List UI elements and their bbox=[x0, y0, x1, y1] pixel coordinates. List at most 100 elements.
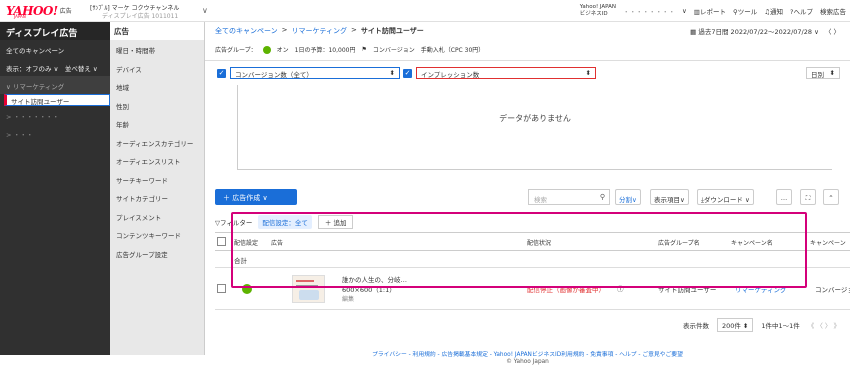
tools-link[interactable]: ⚲ツール bbox=[733, 6, 757, 16]
sidebar-title: ディスプレイ広告 bbox=[0, 22, 110, 40]
menu-item-audience-category[interactable]: オーディエンスカテゴリー bbox=[110, 133, 204, 152]
main-content: 全てのキャンペーン > リマーケティング > サイト訪問ユーザー ▦ 過去7日間… bbox=[205, 22, 850, 365]
report-label: レポート bbox=[699, 8, 726, 16]
sidebar-item-campaign-3[interactable]: > ・・・ bbox=[0, 124, 110, 142]
breadcrumb-campaign[interactable]: リマーケティング bbox=[292, 26, 347, 36]
metric1-checkbox[interactable]: ✓ bbox=[217, 68, 226, 78]
search-ads-link[interactable]: 検索広告 bbox=[820, 6, 846, 16]
th-status[interactable]: 配信状況 bbox=[527, 238, 551, 247]
help-label: ヘルプ bbox=[793, 8, 814, 16]
user-info[interactable]: Yahoo! JAPAN ビジネスID bbox=[580, 4, 616, 18]
download-button[interactable]: ⤓ダウンロード ∨ bbox=[697, 189, 754, 205]
info-icon[interactable]: ⓘ bbox=[617, 283, 624, 293]
select-all-checkbox[interactable] bbox=[217, 237, 226, 246]
total-label: 合計 bbox=[234, 257, 247, 265]
menu-item-search-keyword[interactable]: サーチキーワード bbox=[110, 170, 204, 189]
create-ad-button[interactable]: ＋ 広告作成 ∨ bbox=[215, 189, 297, 205]
account-sub: ディスプレイ広告 1011011 bbox=[102, 13, 179, 20]
th-campaign[interactable]: キャンペーン名 bbox=[731, 238, 773, 247]
menu-item-region[interactable]: 地域 bbox=[110, 77, 204, 96]
no-data-message: データがありません bbox=[499, 114, 571, 123]
table-row: 誰かの人生の、分岐… 600×600（1:1） 編集 配信停止（画像が審査中） … bbox=[215, 268, 850, 310]
sidebar-item-remarketing[interactable]: ∨ リマーケティング bbox=[0, 76, 110, 94]
sidebar-item-all-campaigns[interactable]: 全てのキャンペーン bbox=[0, 40, 110, 58]
per-page-label: 表示件数 bbox=[682, 322, 709, 330]
ad-edit[interactable]: 編集 bbox=[342, 294, 354, 303]
filter-chip[interactable]: 配信設定：全て bbox=[258, 215, 312, 229]
notifications-label: 通知 bbox=[770, 8, 784, 16]
collapse-icon[interactable]: ⌃ bbox=[823, 189, 839, 205]
search-placeholder: 検索 bbox=[534, 196, 547, 204]
filter-label[interactable]: ▽フィルター bbox=[215, 217, 252, 227]
top-right-nav: Yahoo! JAPAN ビジネスID ・・・・・・・・ ∨ ▥レポート ⚲ツー… bbox=[580, 0, 846, 22]
delivery-toggle-icon[interactable] bbox=[242, 284, 252, 294]
yahoo-logo-sub: JAPAN bbox=[14, 14, 26, 19]
menu-item-schedule[interactable]: 曜日・時間帯 bbox=[110, 40, 204, 59]
next-icon[interactable]: 〉 bbox=[834, 28, 841, 36]
metric1-select[interactable]: コンバージョン数（全て） ⬍ bbox=[230, 67, 400, 79]
top-bar: YAHOO! JAPAN 広告 [ｻﾝﾌﾟﾙ] マーケ コクウチャンネル ディス… bbox=[0, 0, 850, 22]
metric1-label: コンバージョン数（全て） bbox=[235, 71, 313, 79]
more-button[interactable]: … bbox=[776, 189, 792, 205]
menu-item-placement[interactable]: プレイスメント bbox=[110, 207, 204, 226]
menu-item-site-category[interactable]: サイトカテゴリー bbox=[110, 188, 204, 207]
adgroup-conversion: コンバージョン bbox=[372, 47, 415, 54]
ad-size: 600×600（1:1） bbox=[342, 286, 396, 294]
metric1-group: ✓ コンバージョン数（全て） ⬍ bbox=[217, 67, 400, 79]
search-icon[interactable]: ⚲ bbox=[600, 193, 605, 201]
breadcrumb: 全てのキャンペーン > リマーケティング > サイト訪問ユーザー bbox=[215, 26, 424, 36]
adgroup-info-label: 広告グループ： bbox=[215, 47, 257, 54]
menu-item-adgroup-settings[interactable]: 広告グループ設定 bbox=[110, 244, 204, 263]
granularity-select[interactable]: 日別 ⬍ bbox=[806, 67, 840, 79]
product-label: 広告 bbox=[59, 8, 72, 15]
sidebar-item-campaign-2[interactable]: > ・・・・・・・ bbox=[0, 106, 110, 124]
footer-links[interactable]: プライバシー - 利用規約 - 広告掲載基本規定 - Yahoo! JAPANビ… bbox=[205, 349, 850, 358]
th-adgroup[interactable]: 広告グループ名 bbox=[658, 238, 700, 247]
th-delivery[interactable]: 配信設定 bbox=[234, 238, 258, 247]
menu-item-content-keyword[interactable]: コンテンツキーワード bbox=[110, 225, 204, 244]
search-input[interactable]: 検索 ⚲ bbox=[528, 189, 610, 205]
user-masked: ・・・・・・・・ bbox=[623, 8, 676, 16]
row-campaign[interactable]: リマーケティング bbox=[735, 284, 786, 294]
metric2-select[interactable]: インプレッション数 ⬍ bbox=[416, 67, 596, 79]
menu-item-gender[interactable]: 性別 bbox=[110, 96, 204, 115]
menu-item-audience-list[interactable]: オーディエンスリスト bbox=[110, 151, 204, 170]
sidebar-filter-sort[interactable]: 表示：オフのみ ∨ 並べ替え ∨ bbox=[0, 58, 110, 76]
status-text: 配信停止（画像が審査中） bbox=[527, 286, 605, 294]
status-on-icon bbox=[262, 45, 271, 54]
notifications-link[interactable]: ♫通知 bbox=[764, 6, 783, 16]
page-nav[interactable]: 《 〈 〉 》 bbox=[808, 320, 840, 330]
th-ad[interactable]: 広告 bbox=[271, 238, 283, 247]
select-arrow-icon: ⬍ bbox=[389, 69, 395, 77]
account-chevron-icon[interactable]: ∨ bbox=[202, 6, 208, 15]
menu-item-device[interactable]: デバイス bbox=[110, 59, 204, 78]
sidebar-item-site-visitors[interactable]: サイト訪問ユーザー bbox=[4, 94, 110, 106]
metric2-checkbox[interactable]: ✓ bbox=[403, 68, 412, 78]
user-line1: Yahoo! JAPAN bbox=[579, 4, 617, 10]
sidebar: ディスプレイ広告 全てのキャンペーン 表示：オフのみ ∨ 並べ替え ∨ ∨ リマ… bbox=[0, 22, 110, 355]
metric2-group: ✓ インプレッション数 ⬍ bbox=[403, 67, 596, 79]
page-title: サイト訪問ユーザー bbox=[360, 27, 424, 35]
conversion-icon: ⚑ bbox=[361, 46, 367, 53]
report-link[interactable]: ▥レポート bbox=[694, 6, 726, 16]
chevron-down-icon[interactable]: ∨ bbox=[682, 7, 687, 15]
per-page-select[interactable]: 200件 ⬍ bbox=[716, 318, 754, 332]
row-checkbox[interactable] bbox=[217, 284, 226, 293]
prev-icon[interactable]: 〈 bbox=[825, 28, 832, 36]
th-campaign2[interactable]: キャンペーン bbox=[810, 238, 846, 247]
page-range: 1件中1〜1件 bbox=[761, 322, 800, 330]
menu-item-age[interactable]: 年齢 bbox=[110, 114, 204, 133]
menu-title-ads[interactable]: 広告 bbox=[110, 22, 204, 40]
tools-label: ツール bbox=[737, 8, 758, 16]
breadcrumb-all[interactable]: 全てのキャンペーン bbox=[215, 26, 278, 36]
fullscreen-icon[interactable]: ⛶ bbox=[800, 189, 816, 205]
date-range-picker[interactable]: ▦ 過去7日間 2022/07/22〜2022/07/28 ∨ 〈 〉 bbox=[690, 26, 840, 36]
add-filter-button[interactable]: ＋ 追加 bbox=[317, 215, 354, 229]
help-link[interactable]: ?ヘルプ bbox=[790, 6, 813, 16]
ad-title[interactable]: 誰かの人生の、分岐… bbox=[342, 274, 407, 284]
columns-button[interactable]: 表示項目∨ bbox=[650, 189, 689, 205]
segment-button[interactable]: 分割∨ bbox=[615, 189, 641, 205]
ad-thumbnail[interactable] bbox=[292, 275, 325, 303]
date-range-label: 過去7日間 2022/07/22〜2022/07/28 bbox=[698, 28, 812, 36]
adgroup-status: オン bbox=[276, 47, 289, 54]
